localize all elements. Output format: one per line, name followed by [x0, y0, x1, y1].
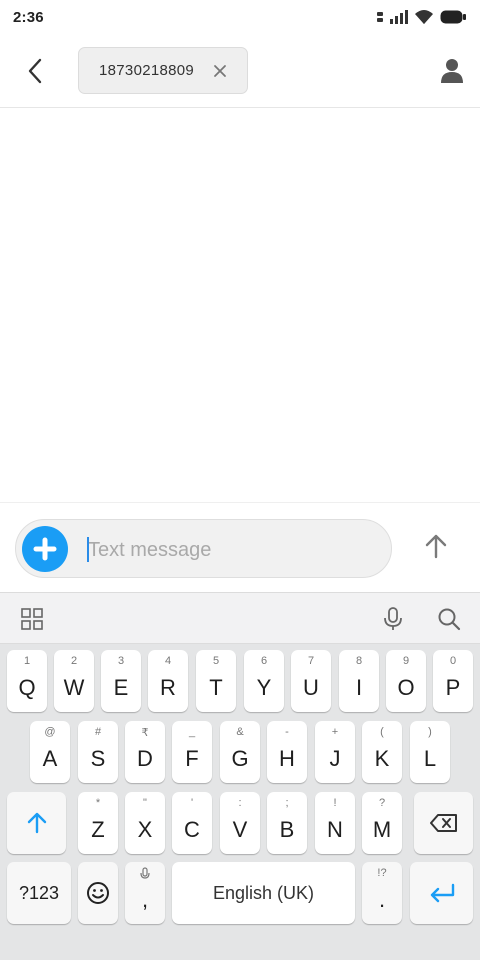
shift-key[interactable] — [7, 792, 66, 854]
attach-button[interactable] — [22, 526, 68, 572]
key-u[interactable]: 7U — [291, 650, 331, 712]
mic-hint-icon — [125, 867, 165, 884]
wifi-icon — [414, 9, 434, 25]
grid-icon — [21, 608, 43, 630]
key-c[interactable]: ' C — [172, 792, 212, 854]
comma-key[interactable]: , — [125, 862, 165, 924]
close-icon — [214, 65, 226, 77]
space-key[interactable]: English (UK) — [172, 862, 355, 924]
key-b[interactable]: ; B — [267, 792, 307, 854]
key-k[interactable]: (K — [362, 721, 402, 783]
shift-arrow-icon — [27, 812, 46, 834]
keyboard-menu-button[interactable] — [19, 606, 45, 632]
signal-icon — [390, 10, 408, 24]
data-activity-icon — [376, 10, 384, 24]
key-i[interactable]: 8I — [339, 650, 379, 712]
back-arrow-icon — [28, 58, 42, 84]
add-contact-button[interactable] — [437, 56, 467, 86]
key-f[interactable]: _ F — [172, 721, 212, 783]
backspace-icon — [429, 814, 457, 832]
message-list[interactable] — [0, 109, 480, 502]
key-s[interactable]: # S — [78, 721, 118, 783]
recipient-chip[interactable]: 18730218809 — [78, 47, 248, 94]
key-e[interactable]: 3E — [101, 650, 141, 712]
backspace-key[interactable] — [414, 792, 473, 854]
remove-recipient-button[interactable] — [211, 62, 229, 80]
plus-icon — [33, 537, 57, 561]
key-v[interactable]: :V — [220, 792, 260, 854]
status-bar: 2:36 — [0, 0, 480, 34]
back-button[interactable] — [18, 54, 52, 88]
key-x[interactable]: " X — [125, 792, 165, 854]
key-m[interactable]: ? M — [362, 792, 402, 854]
key-t[interactable]: 5T — [196, 650, 236, 712]
emoji-key[interactable] — [78, 862, 118, 924]
arrow-up-icon — [425, 534, 447, 559]
key-d[interactable]: ₹ D — [125, 721, 165, 783]
compose-bar — [0, 502, 480, 592]
person-icon — [441, 59, 463, 83]
status-time: 2:36 — [13, 8, 44, 26]
keyboard: 1Q 2W 3E 4R 5T 6Y 7U 8I 9O 0P @ A # S ₹ D _… — [0, 592, 480, 960]
key-r[interactable]: 4R — [148, 650, 188, 712]
compose-field[interactable] — [15, 519, 392, 578]
search-icon — [438, 608, 461, 631]
send-button[interactable] — [420, 530, 452, 562]
message-input[interactable] — [86, 534, 380, 566]
text-cursor — [87, 537, 89, 562]
voice-input-button[interactable] — [380, 606, 406, 632]
key-j[interactable]: + J — [315, 721, 355, 783]
key-g[interactable]: & G — [220, 721, 260, 783]
microphone-icon — [384, 607, 402, 630]
conversation-header: 18730218809 — [0, 34, 480, 108]
key-h[interactable]: -H — [267, 721, 307, 783]
emoji-icon — [87, 882, 109, 904]
recipient-number: 18730218809 — [99, 62, 195, 79]
key-n[interactable]: ! N — [315, 792, 355, 854]
symbols-key[interactable]: ?123 — [7, 862, 71, 924]
enter-key[interactable] — [410, 862, 473, 924]
key-p[interactable]: 0P — [433, 650, 473, 712]
key-w[interactable]: 2W — [54, 650, 94, 712]
battery-icon — [440, 10, 466, 24]
key-q[interactable]: 1Q — [7, 650, 47, 712]
enter-icon — [430, 883, 454, 903]
key-o[interactable]: 9O — [386, 650, 426, 712]
key-a[interactable]: @ A — [30, 721, 70, 783]
keyboard-toolbar — [0, 592, 480, 644]
period-key[interactable]: !? . — [362, 862, 402, 924]
keyboard-search-button[interactable] — [436, 606, 462, 632]
key-y[interactable]: 6Y — [244, 650, 284, 712]
status-icons — [376, 9, 466, 25]
key-z[interactable]: * Z — [78, 792, 118, 854]
key-l[interactable]: ) L — [410, 721, 450, 783]
